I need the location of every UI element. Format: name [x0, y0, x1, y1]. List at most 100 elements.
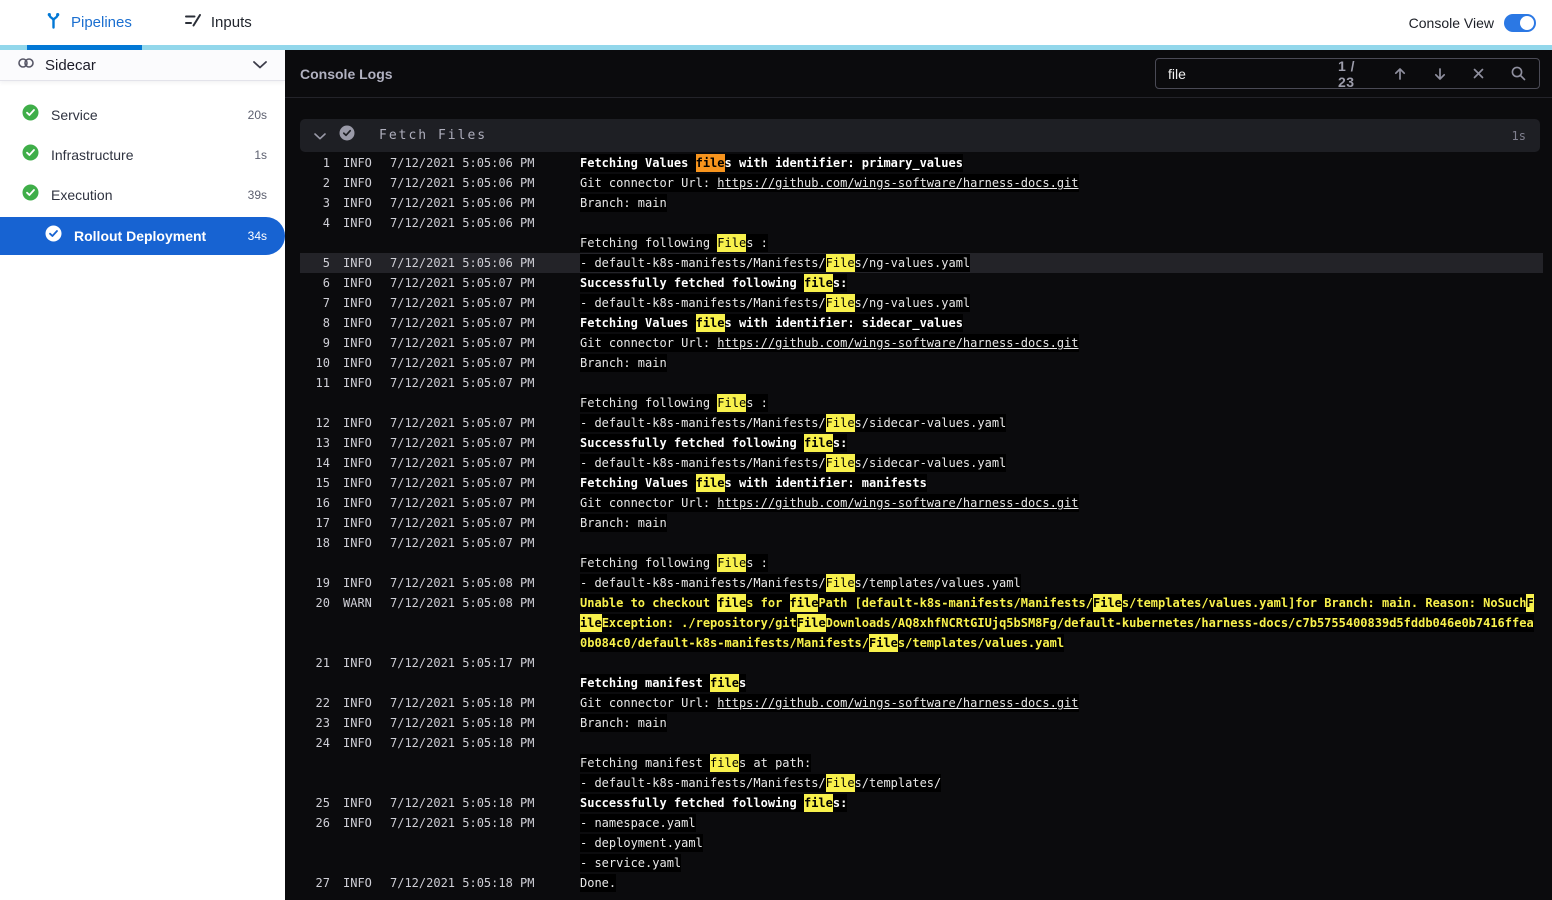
- log-row[interactable]: 17 INFO 7/12/2021 5:05:07 PM Branch: main: [300, 513, 1543, 533]
- log-text: - namespace.yaml: [580, 814, 696, 832]
- log-row[interactable]: 2 INFO 7/12/2021 5:05:06 PM Git connector U…: [300, 173, 1543, 193]
- log-timestamp: 7/12/2021 5:05:07 PM: [390, 276, 535, 290]
- search-match: File: [796, 614, 826, 632]
- log-section-fetch-files[interactable]: Fetch Files 1s: [300, 119, 1540, 152]
- log-row[interactable]: Fetching manifest files at path:: [300, 753, 1543, 773]
- tab-inputs[interactable]: Inputs: [184, 12, 252, 33]
- log-link[interactable]: https://github.com/wings-software/harnes…: [717, 174, 1079, 192]
- log-row[interactable]: 7 INFO 7/12/2021 5:05:07 PM - default-k8s-m…: [300, 293, 1543, 313]
- search-input[interactable]: [1168, 65, 1338, 82]
- log-row[interactable]: - default-k8s-manifests/Manifests/Files/…: [300, 773, 1543, 793]
- log-row[interactable]: Fetching following Files :: [300, 553, 1543, 573]
- log-row[interactable]: ileException: ./repository/gitFileDownlo…: [300, 613, 1543, 633]
- stage-header-sidecar[interactable]: Sidecar: [0, 50, 285, 81]
- log-row[interactable]: 26 INFO 7/12/2021 5:05:18 PM - namespace.ya…: [300, 813, 1543, 833]
- inputs-icon: [184, 12, 202, 33]
- log-timestamp: 7/12/2021 5:05:17 PM: [390, 656, 535, 670]
- log-row[interactable]: 12 INFO 7/12/2021 5:05:07 PM - default-k8s-…: [300, 413, 1543, 433]
- log-row[interactable]: 0b084c0/default-k8s-manifests/Manifests/…: [300, 633, 1543, 653]
- log-text: s:: [832, 274, 848, 292]
- log-text: s/templates/values.yaml: [897, 634, 1065, 652]
- search-match: File: [717, 234, 747, 252]
- log-level: [343, 613, 383, 633]
- log-text: s :: [746, 554, 768, 572]
- log-row[interactable]: Fetching following Files :: [300, 233, 1543, 253]
- log-timestamp: 7/12/2021 5:05:07 PM: [390, 436, 535, 450]
- log-message: Git connector Url: https://github.com/wi…: [580, 493, 1543, 513]
- log-message: - default-k8s-manifests/Manifests/Files/…: [580, 253, 1543, 273]
- tab-pipelines[interactable]: Pipelines: [45, 12, 132, 34]
- log-row[interactable]: 20 WARN 7/12/2021 5:05:08 PM Unable to chec…: [300, 593, 1543, 613]
- log-row[interactable]: 5 INFO 7/12/2021 5:05:06 PM - default-k8s-m…: [300, 253, 1543, 273]
- log-row[interactable]: 10 INFO 7/12/2021 5:05:07 PM Branch: main: [300, 353, 1543, 373]
- log-link[interactable]: https://github.com/wings-software/harnes…: [717, 334, 1079, 352]
- log-text: s/ng-values.yaml: [854, 254, 971, 272]
- log-row[interactable]: - deployment.yaml: [300, 833, 1543, 853]
- chevron-down-icon[interactable]: [314, 127, 326, 145]
- log-row[interactable]: 3 INFO 7/12/2021 5:05:06 PM Branch: main: [300, 193, 1543, 213]
- log-timestamp: 7/12/2021 5:05:08 PM: [390, 596, 535, 610]
- log-row[interactable]: 8 INFO 7/12/2021 5:05:07 PM Fetching Values…: [300, 313, 1543, 333]
- search-match: File: [868, 634, 898, 652]
- log-row[interactable]: Fetching following Files :: [300, 393, 1543, 413]
- log-line-number: 1: [322, 156, 330, 170]
- log-row[interactable]: 13 INFO 7/12/2021 5:05:07 PM Successfully f…: [300, 433, 1543, 453]
- sidebar-item-rollout-deployment[interactable]: Rollout Deployment 34s: [0, 217, 285, 255]
- log-text: Fetching manifest: [580, 754, 711, 772]
- chevron-down-icon[interactable]: [253, 56, 267, 74]
- log-row[interactable]: 25 INFO 7/12/2021 5:05:18 PM Successfully f…: [300, 793, 1543, 813]
- log-text: s :: [746, 234, 768, 252]
- search-match-current: file: [695, 154, 725, 172]
- log-row[interactable]: 15 INFO 7/12/2021 5:05:07 PM Fetching Value…: [300, 473, 1543, 493]
- log-row[interactable]: 14 INFO 7/12/2021 5:05:07 PM - default-k8s-…: [300, 453, 1543, 473]
- log-level: INFO: [343, 796, 372, 810]
- log-text: - default-k8s-manifests/Manifests/: [580, 774, 826, 792]
- top-navigation-bar: Pipelines Inputs Console View: [0, 0, 1552, 45]
- log-message: Fetching Values files with identifier: s…: [580, 313, 1543, 333]
- log-row[interactable]: 16 INFO 7/12/2021 5:05:07 PM Git connector …: [300, 493, 1543, 513]
- log-level: INFO: [343, 276, 372, 290]
- log-row[interactable]: 6 INFO 7/12/2021 5:05:07 PM Successfully fe…: [300, 273, 1543, 293]
- log-row[interactable]: 9 INFO 7/12/2021 5:05:07 PM Git connector U…: [300, 333, 1543, 353]
- log-message: - service.yaml: [580, 853, 1543, 873]
- previous-match-button[interactable]: [1392, 65, 1408, 83]
- log-row[interactable]: Fetching manifest files: [300, 673, 1543, 693]
- search-match: File: [825, 454, 855, 472]
- log-message: Branch: main: [580, 713, 1543, 733]
- sidebar-item-service[interactable]: Service 20s: [0, 95, 285, 135]
- log-timestamp: 7/12/2021 5:05:18 PM: [390, 716, 535, 730]
- log-row[interactable]: 1 INFO 7/12/2021 5:05:06 PM Fetching Values…: [300, 153, 1543, 173]
- sidebar-item-infrastructure[interactable]: Infrastructure 1s: [0, 135, 285, 175]
- log-message: Fetching following Files :: [580, 393, 1543, 413]
- log-message: Branch: main: [580, 193, 1543, 213]
- log-text: Unable to checkout: [580, 594, 718, 612]
- clear-search-icon[interactable]: [1472, 65, 1486, 83]
- log-link[interactable]: https://github.com/wings-software/harnes…: [717, 694, 1079, 712]
- sidebar-item-execution[interactable]: Execution 39s: [0, 175, 285, 215]
- console-view-toggle[interactable]: [1504, 13, 1536, 32]
- log-text: Branch: main: [580, 714, 667, 732]
- log-row[interactable]: 23 INFO 7/12/2021 5:05:18 PM Branch: main: [300, 713, 1543, 733]
- search-icon[interactable]: [1510, 65, 1527, 83]
- log-row[interactable]: 21 INFO 7/12/2021 5:05:17 PM: [300, 653, 1543, 673]
- log-row[interactable]: 11 INFO 7/12/2021 5:05:07 PM: [300, 373, 1543, 393]
- log-text: Fetching Values: [580, 154, 696, 172]
- log-row[interactable]: 24 INFO 7/12/2021 5:05:18 PM: [300, 733, 1543, 753]
- log-link[interactable]: https://github.com/wings-software/harnes…: [717, 494, 1079, 512]
- log-text: Branch: main: [580, 514, 667, 532]
- log-row[interactable]: 19 INFO 7/12/2021 5:05:08 PM - default-k8s-…: [300, 573, 1543, 593]
- log-row[interactable]: 27 INFO 7/12/2021 5:05:18 PM Done.: [300, 873, 1543, 893]
- sidebar-item-label: Execution: [51, 187, 113, 203]
- log-message: Fetching Values files with identifier: m…: [580, 473, 1543, 493]
- log-timestamp: 7/12/2021 5:05:07 PM: [390, 376, 535, 390]
- log-timestamp: [390, 673, 580, 693]
- log-timestamp: [390, 233, 580, 253]
- log-row[interactable]: - service.yaml: [300, 853, 1543, 873]
- log-row[interactable]: 4 INFO 7/12/2021 5:05:06 PM: [300, 213, 1543, 233]
- log-row[interactable]: 22 INFO 7/12/2021 5:05:18 PM Git connector …: [300, 693, 1543, 713]
- log-line-number: 18: [315, 536, 330, 550]
- log-message: - namespace.yaml: [580, 813, 1543, 833]
- log-row[interactable]: 18 INFO 7/12/2021 5:05:07 PM: [300, 533, 1543, 553]
- active-tab-indicator: [27, 45, 142, 50]
- next-match-button[interactable]: [1432, 65, 1448, 83]
